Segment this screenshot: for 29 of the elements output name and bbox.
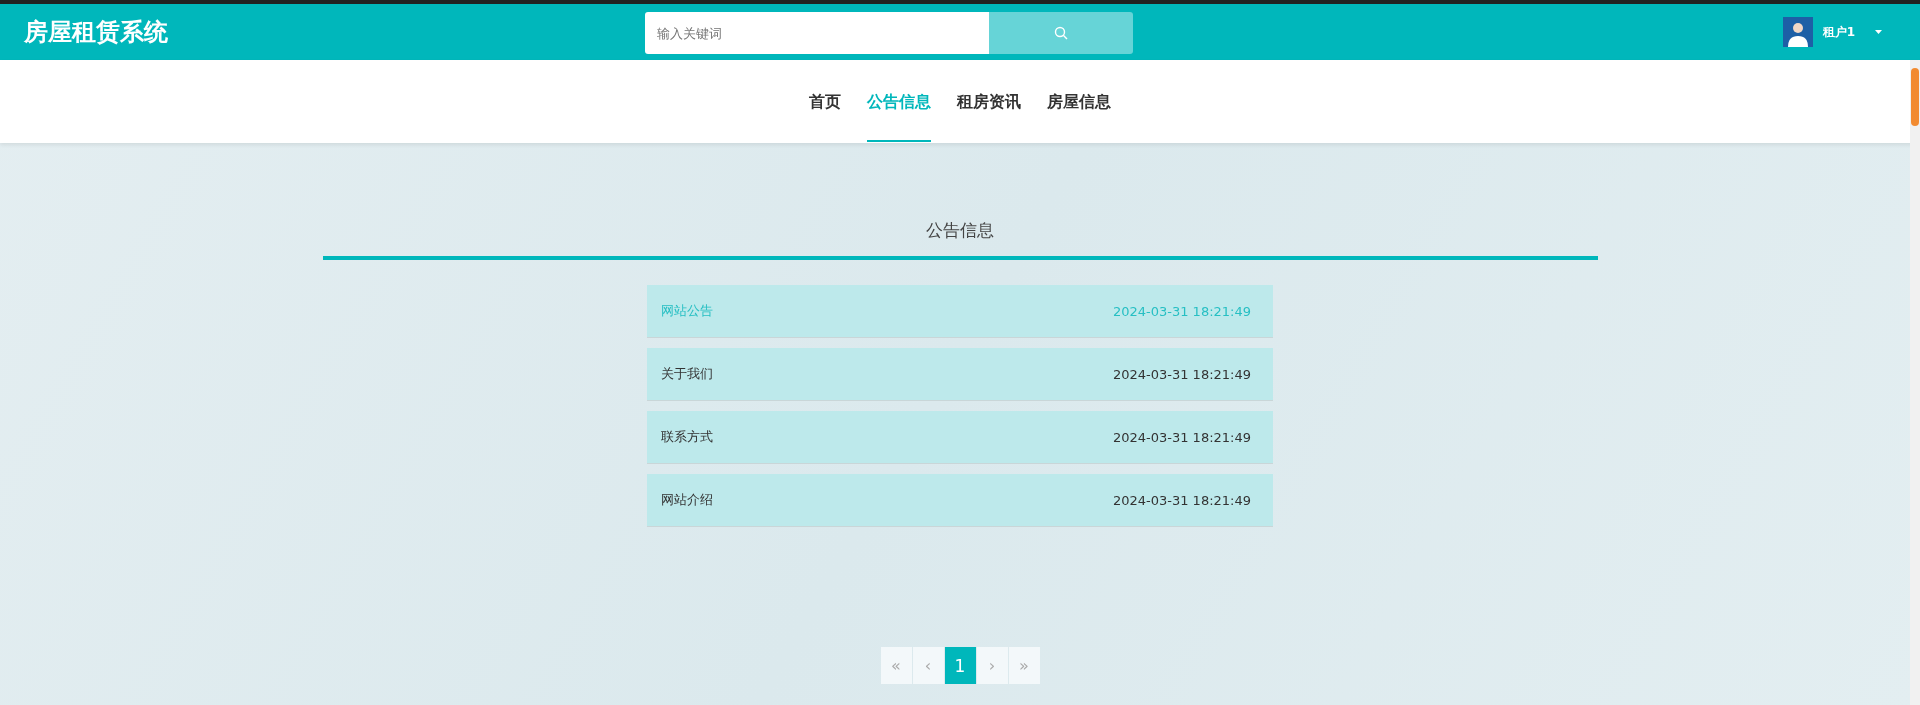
caret-icon[interactable] [1875,30,1882,34]
page-button[interactable]: › [976,647,1008,684]
search-field[interactable]: 输入关键词 [645,12,989,54]
nav-tab[interactable]: 首页 [809,60,841,142]
notice-time: 2024-03-31 18:21:49 [1112,492,1251,508]
nav-tab[interactable]: 房屋信息 [1047,60,1111,142]
page-button[interactable]: 1 [944,647,976,684]
site-title: 房屋租赁系统 [24,17,169,48]
notice-row[interactable]: 关于我们 2024-03-31 18:21:49 [647,348,1273,401]
page-button[interactable]: « [880,647,912,684]
notice-title: 网站介绍 [661,491,713,509]
notice-time: 2024-03-31 18:21:49 [1112,429,1251,445]
notice-title: 联系方式 [661,428,713,446]
notice-title: 网站公告 [661,302,713,320]
notice-row[interactable]: 网站介绍 2024-03-31 18:21:49 [647,474,1273,527]
notice-time: 2024-03-31 18:21:49 [1112,366,1251,382]
page-button[interactable]: ‹ [912,647,944,684]
notice-row[interactable]: 网站公告 2024-03-31 18:21:49 [647,285,1273,338]
avatar-icon[interactable] [1782,17,1813,47]
notice-time: 2024-03-31 18:21:49 [1112,303,1251,319]
notice-row[interactable]: 联系方式 2024-03-31 18:21:49 [647,411,1273,464]
section-title: 公告信息 [926,219,994,242]
search-icon [1054,26,1068,40]
user-name[interactable]: 租户1 [1822,23,1855,41]
nav-tab[interactable]: 租房资讯 [957,60,1021,142]
nav-tab[interactable]: 公告信息 [867,60,931,142]
scrollbar[interactable] [1910,60,1920,705]
page-button[interactable]: » [1008,647,1040,684]
notice-title: 关于我们 [661,365,713,383]
